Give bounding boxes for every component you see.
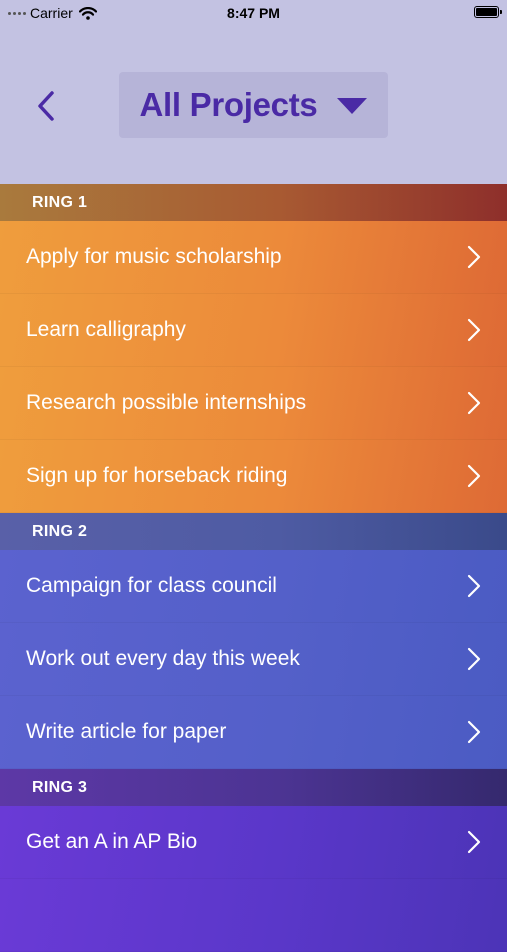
chevron-right-icon bbox=[465, 647, 483, 671]
list-item[interactable]: Work out every day this week bbox=[0, 623, 507, 696]
list-item-label: Sign up for horseback riding bbox=[26, 464, 288, 487]
section-ring-3: RING 3 Get an A in AP Bio bbox=[0, 769, 507, 952]
list-item-label: Work out every day this week bbox=[26, 647, 300, 670]
page-title: All Projects bbox=[139, 86, 318, 123]
list-item-label: Get an A in AP Bio bbox=[26, 830, 198, 853]
list-item[interactable]: Apply for music scholarship bbox=[0, 221, 507, 294]
list-item[interactable]: Get an A in AP Bio bbox=[0, 806, 507, 879]
chevron-right-icon bbox=[465, 318, 483, 342]
section-ring-2: RING 2 Campaign for class council Work o… bbox=[0, 513, 507, 769]
navigation-bar: All Projects bbox=[0, 28, 507, 184]
status-right bbox=[474, 6, 502, 18]
chevron-right-icon bbox=[465, 830, 483, 854]
chevron-right-icon bbox=[465, 574, 483, 598]
caret-down-icon bbox=[337, 98, 368, 114]
section-ring-1: RING 1 Apply for music scholarship Learn… bbox=[0, 184, 507, 513]
list-item[interactable]: Learn calligraphy bbox=[0, 294, 507, 367]
section-header: RING 1 bbox=[0, 184, 507, 221]
list-item-partial[interactable] bbox=[0, 879, 507, 952]
chevron-right-icon bbox=[465, 464, 483, 488]
section-header: RING 2 bbox=[0, 513, 507, 550]
status-time: 8:47 PM bbox=[227, 5, 280, 21]
list-item-label: Learn calligraphy bbox=[26, 318, 186, 341]
chevron-right-icon bbox=[465, 391, 483, 415]
list-item[interactable]: Sign up for horseback riding bbox=[0, 440, 507, 513]
list-item[interactable]: Write article for paper bbox=[0, 696, 507, 769]
battery-icon bbox=[474, 6, 502, 18]
list-item[interactable]: Campaign for class council bbox=[0, 550, 507, 623]
chevron-left-icon bbox=[38, 91, 54, 121]
chevron-right-icon bbox=[465, 720, 483, 744]
list-item-label: Write article for paper bbox=[26, 720, 227, 743]
chevron-right-icon bbox=[465, 245, 483, 269]
list-item[interactable]: Research possible internships bbox=[0, 367, 507, 440]
project-filter-dropdown[interactable]: All Projects bbox=[119, 72, 388, 138]
list-item-label: Campaign for class council bbox=[26, 574, 277, 597]
list-item-label: Apply for music scholarship bbox=[26, 245, 282, 268]
status-bar: Carrier 8:47 PM bbox=[0, 0, 507, 28]
project-list: RING 1 Apply for music scholarship Learn… bbox=[0, 184, 507, 952]
back-button[interactable] bbox=[28, 86, 64, 126]
list-item-label: Research possible internships bbox=[26, 391, 307, 414]
section-header: RING 3 bbox=[0, 769, 507, 806]
